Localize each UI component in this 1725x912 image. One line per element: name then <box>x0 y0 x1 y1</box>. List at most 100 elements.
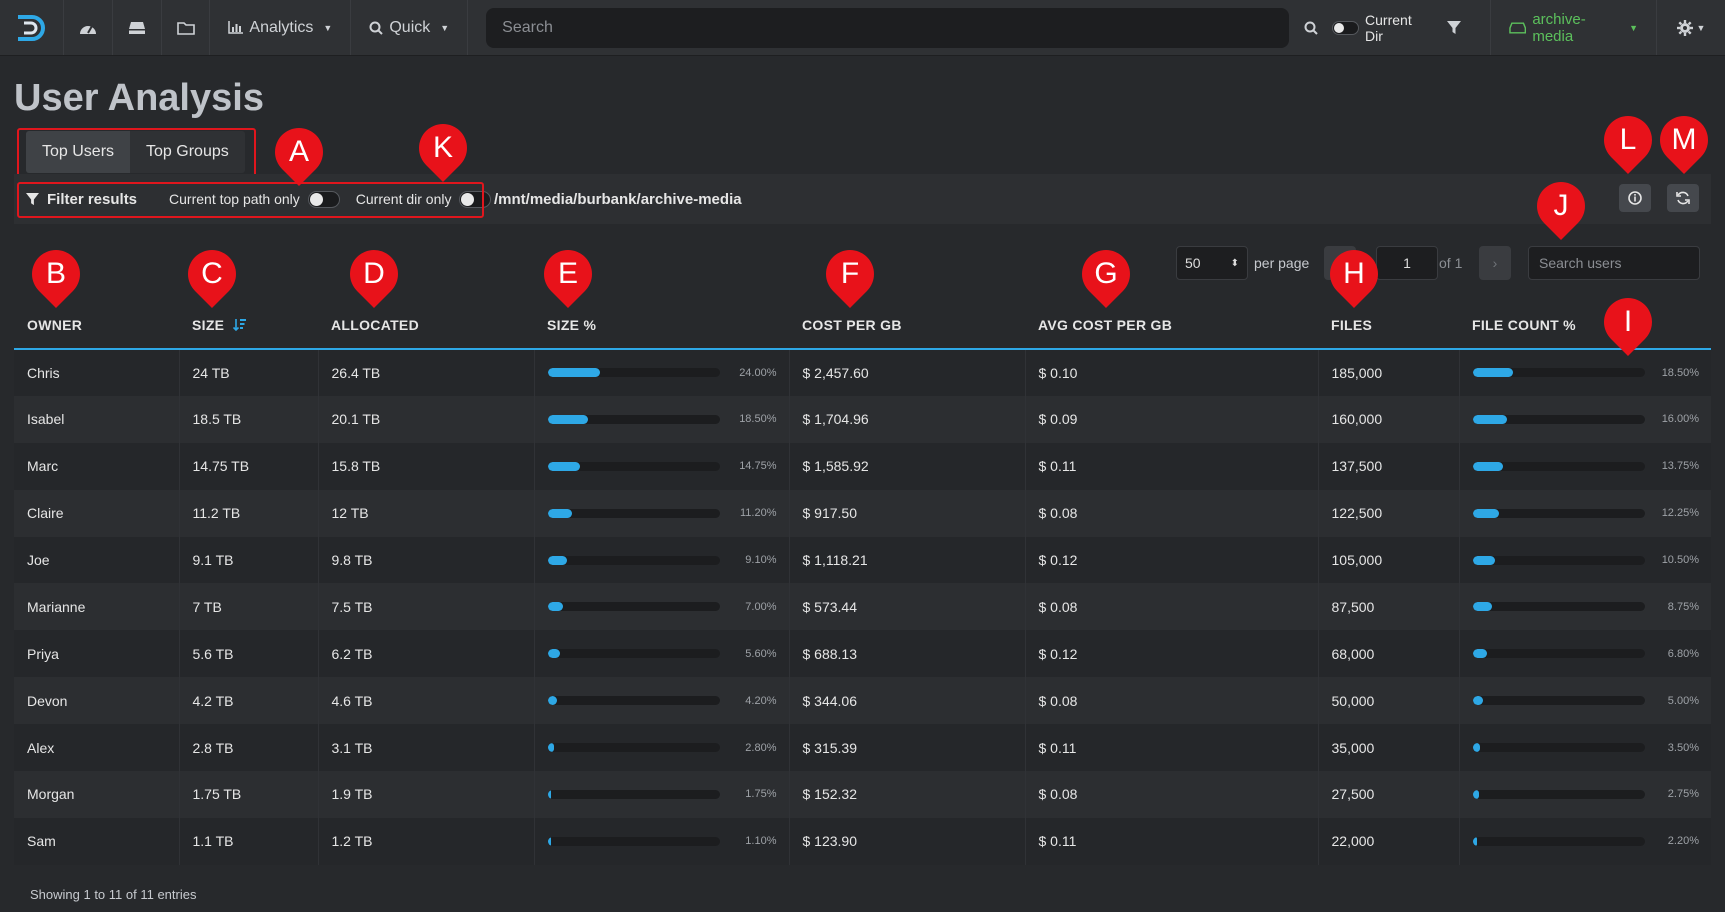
header-files[interactable]: FILES <box>1318 302 1459 350</box>
per-page-select[interactable]: 50 ⬍ <box>1176 246 1248 280</box>
cost-cell: $ 152.32 <box>789 771 1026 818</box>
analytics-menu[interactable]: Analytics ▼ <box>210 0 352 55</box>
browse-nav[interactable] <box>162 0 211 55</box>
navbar-right: Current Dir archive-media ▼ ▼ <box>1289 0 1725 55</box>
chevron-down-icon: ▼ <box>1629 22 1639 33</box>
filter-results-label: Filter results <box>26 191 137 208</box>
current-dir-only-toggle[interactable] <box>459 190 492 208</box>
marker-g: G <box>1072 240 1140 308</box>
progress-bar-cell: 2.80% <box>547 742 789 754</box>
allocated-cell: 9.8 TB <box>318 536 535 584</box>
table-row[interactable]: Devon 4.2 TB 4.6 TB 4.20% $ 344.06 $ 0.08 50,0… <box>14 677 1711 725</box>
app-logo[interactable] <box>0 0 65 55</box>
marker-a-label: A <box>288 135 309 168</box>
filter-button[interactable] <box>1431 20 1476 35</box>
file-count-pct-cell: 18.50% <box>1459 349 1711 396</box>
progress-bar-cell: 13.75% <box>1472 460 1712 473</box>
tab-top-users[interactable]: Top Users <box>26 131 131 173</box>
progress-bar-fill <box>1472 414 1508 424</box>
progress-bar-fill <box>1472 461 1503 471</box>
table-row[interactable]: Morgan 1.75 TB 1.9 TB 1.75% $ 152.32 $ 0.08 27… <box>14 771 1711 818</box>
search-button[interactable] <box>1289 21 1332 35</box>
progress-bar <box>547 555 720 565</box>
avg-cell: $ 0.11 <box>1025 817 1319 865</box>
header-allocated[interactable]: ALLOCATED <box>318 302 534 350</box>
marker-l: L <box>1594 106 1662 174</box>
settings-menu[interactable]: ▼ <box>1657 19 1725 36</box>
marker-l-label: L <box>1619 123 1637 156</box>
page-number-input[interactable] <box>1376 246 1438 280</box>
percent-label: 4.20% <box>745 694 777 707</box>
progress-bar <box>1472 836 1645 846</box>
table-row[interactable]: Isabel 18.5 TB 20.1 TB 18.50% $ 1,704.96 $ 0.… <box>14 395 1711 443</box>
percent-label: 5.60% <box>745 647 777 660</box>
progress-bar <box>1472 743 1645 753</box>
progress-bar-cell: 1.10% <box>547 835 789 847</box>
files-cell: 87,500 <box>1318 583 1460 631</box>
progress-bar-fill <box>1472 555 1496 565</box>
files-cell: 122,500 <box>1318 489 1460 537</box>
table-row[interactable]: Marianne 7 TB 7.5 TB 7.00% $ 573.44 $ 0.08 87,… <box>14 583 1711 631</box>
size-cell: 1.75 TB <box>179 771 319 818</box>
tab-top-groups[interactable]: Top Groups <box>130 131 245 173</box>
percent-label: 13.75% <box>1661 460 1699 473</box>
cost-cell: $ 1,704.96 <box>789 395 1026 443</box>
progress-bar-cell: 18.50% <box>1472 366 1712 379</box>
files-cell: 68,000 <box>1318 630 1460 678</box>
progress-bar-cell: 18.50% <box>547 413 789 425</box>
storage-nav[interactable] <box>113 0 162 55</box>
search-users-input[interactable] <box>1528 246 1700 280</box>
header-size[interactable]: SIZE <box>179 302 318 350</box>
avg-cell: $ 0.10 <box>1025 349 1319 396</box>
header-cost-per-gb[interactable]: COST PER GB <box>789 302 1025 350</box>
table-row[interactable]: Joe 9.1 TB 9.8 TB 9.10% $ 1,118.21 $ 0.12 105,… <box>14 536 1711 584</box>
header-file-count-pct[interactable]: FILE COUNT % <box>1459 302 1711 350</box>
percent-label: 12.25% <box>1661 507 1699 520</box>
header-avg-cost-per-gb[interactable]: AVG COST PER GB <box>1025 302 1318 350</box>
progress-bar <box>1472 461 1645 471</box>
next-page-button[interactable]: › <box>1479 246 1511 280</box>
top-path-toggle[interactable] <box>307 190 340 208</box>
table-row[interactable]: Chris 24 TB 26.4 TB 24.00% $ 2,457.60 $ 0.10 1… <box>14 349 1711 396</box>
refresh-button[interactable] <box>1667 184 1699 212</box>
info-button[interactable] <box>1619 184 1651 212</box>
allocated-cell: 6.2 TB <box>318 630 535 678</box>
table-row[interactable]: Sam 1.1 TB 1.2 TB 1.10% $ 123.90 $ 0.11 22,000… <box>14 817 1711 865</box>
table-row[interactable]: Priya 5.6 TB 6.2 TB 5.60% $ 688.13 $ 0.12 68,0… <box>14 630 1711 678</box>
marker-a: A <box>265 118 333 186</box>
header-size-pct[interactable]: SIZE % <box>534 302 789 350</box>
table-row[interactable]: Alex 2.8 TB 3.1 TB 2.80% $ 315.39 $ 0.11 35,00… <box>14 724 1711 772</box>
cost-cell: $ 123.90 <box>789 817 1026 865</box>
avg-cell: $ 0.08 <box>1025 489 1319 537</box>
archive-selector[interactable]: archive-media ▼ <box>1490 0 1658 55</box>
top-path-filter: Current top path only <box>169 190 340 208</box>
table-row[interactable]: Claire 11.2 TB 12 TB 11.20% $ 917.50 $ 0.08 12… <box>14 489 1711 537</box>
current-dir-toggle[interactable] <box>1331 20 1360 35</box>
quick-menu[interactable]: Quick ▼ <box>351 0 469 55</box>
progress-bar <box>1472 649 1645 659</box>
chevron-down-icon: ▼ <box>1696 22 1706 33</box>
progress-bar <box>1472 414 1645 424</box>
user-analysis-table: OWNER SIZE ALLOCATED SIZE % COST PER GB … <box>14 302 1711 865</box>
owner-cell: Marianne <box>14 583 180 631</box>
size-pct-cell: 5.60% <box>534 630 790 678</box>
size-pct-cell: 14.75% <box>534 442 790 490</box>
table-row[interactable]: Marc 14.75 TB 15.8 TB 14.75% $ 1,585.92 $ 0.1… <box>14 442 1712 490</box>
percent-label: 9.10% <box>745 554 777 566</box>
cost-cell: $ 917.50 <box>789 489 1026 537</box>
progress-bar-cell: 4.20% <box>547 694 789 707</box>
header-owner[interactable]: OWNER <box>14 302 179 350</box>
progress-bar-fill <box>547 602 563 612</box>
global-search-input[interactable] <box>500 17 1276 38</box>
dashboard-nav[interactable] <box>64 0 113 55</box>
avg-cell: $ 0.12 <box>1025 630 1319 678</box>
owner-cell: Alex <box>14 724 180 772</box>
refresh-icon <box>1676 191 1690 205</box>
table-body: Chris 24 TB 26.4 TB 24.00% $ 2,457.60 $ 0.10 1… <box>14 349 1711 865</box>
current-dir-only-label: Current dir only <box>355 191 452 207</box>
owner-cell: Claire <box>14 489 180 537</box>
percent-label: 5.00% <box>1667 694 1699 707</box>
files-cell: 137,500 <box>1318 442 1460 490</box>
percent-label: 18.50% <box>1661 366 1699 379</box>
spinner-icon: ⬍ <box>1230 257 1239 269</box>
